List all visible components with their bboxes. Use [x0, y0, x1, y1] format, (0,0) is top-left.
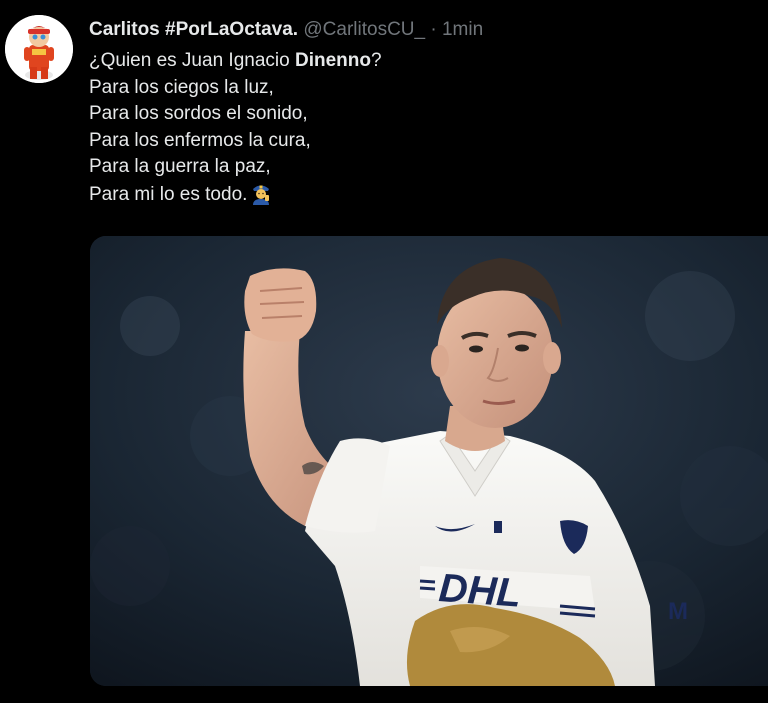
text-line-1-bold: Dinenno	[294, 50, 371, 71]
tweet-text-line-1: ¿Quien es Juan Ignacio Dinenno?	[89, 48, 382, 75]
player-photo: DHL M	[90, 236, 768, 686]
tweet-media-photo[interactable]: DHL M	[90, 236, 768, 686]
timestamp[interactable]: 1min	[442, 19, 483, 40]
police-officer-emoji-icon	[253, 185, 270, 205]
separator-dot: ·	[430, 19, 437, 40]
tweet-header: Carlitos #PorLaOctava. @CarlitosCU_ · 1m…	[89, 18, 483, 42]
tweet-text-line-5: Para la guerra la paz,	[89, 156, 271, 177]
text-line-1-prefix: ¿Quien es Juan Ignacio	[89, 50, 295, 71]
tweet-text-line-4: Para los enfermos la cura,	[89, 129, 311, 151]
tweet-text: ¿Quien es Juan Ignacio Dinenno? Para los…	[89, 48, 382, 208]
text-line-1-suffix: ?	[370, 50, 382, 71]
tweet[interactable]: Carlitos #PorLaOctava. @CarlitosCU_ · 1m…	[0, 0, 768, 703]
avatar[interactable]	[5, 15, 73, 83]
display-name[interactable]: Carlitos #PorLaOctava.	[89, 19, 298, 40]
tweet-text-line-2: Para los ciegos la luz,	[89, 76, 274, 98]
user-handle[interactable]: @CarlitosCU_	[303, 19, 425, 40]
tweet-text-line-6: Para mi lo es todo.	[89, 181, 382, 209]
avatar-image	[5, 15, 73, 83]
tweet-text-line-3: Para los sordos el sonido,	[89, 103, 308, 124]
sleeve-text: M	[668, 598, 688, 625]
text-line-6-content: Para mi lo es todo.	[89, 183, 248, 205]
